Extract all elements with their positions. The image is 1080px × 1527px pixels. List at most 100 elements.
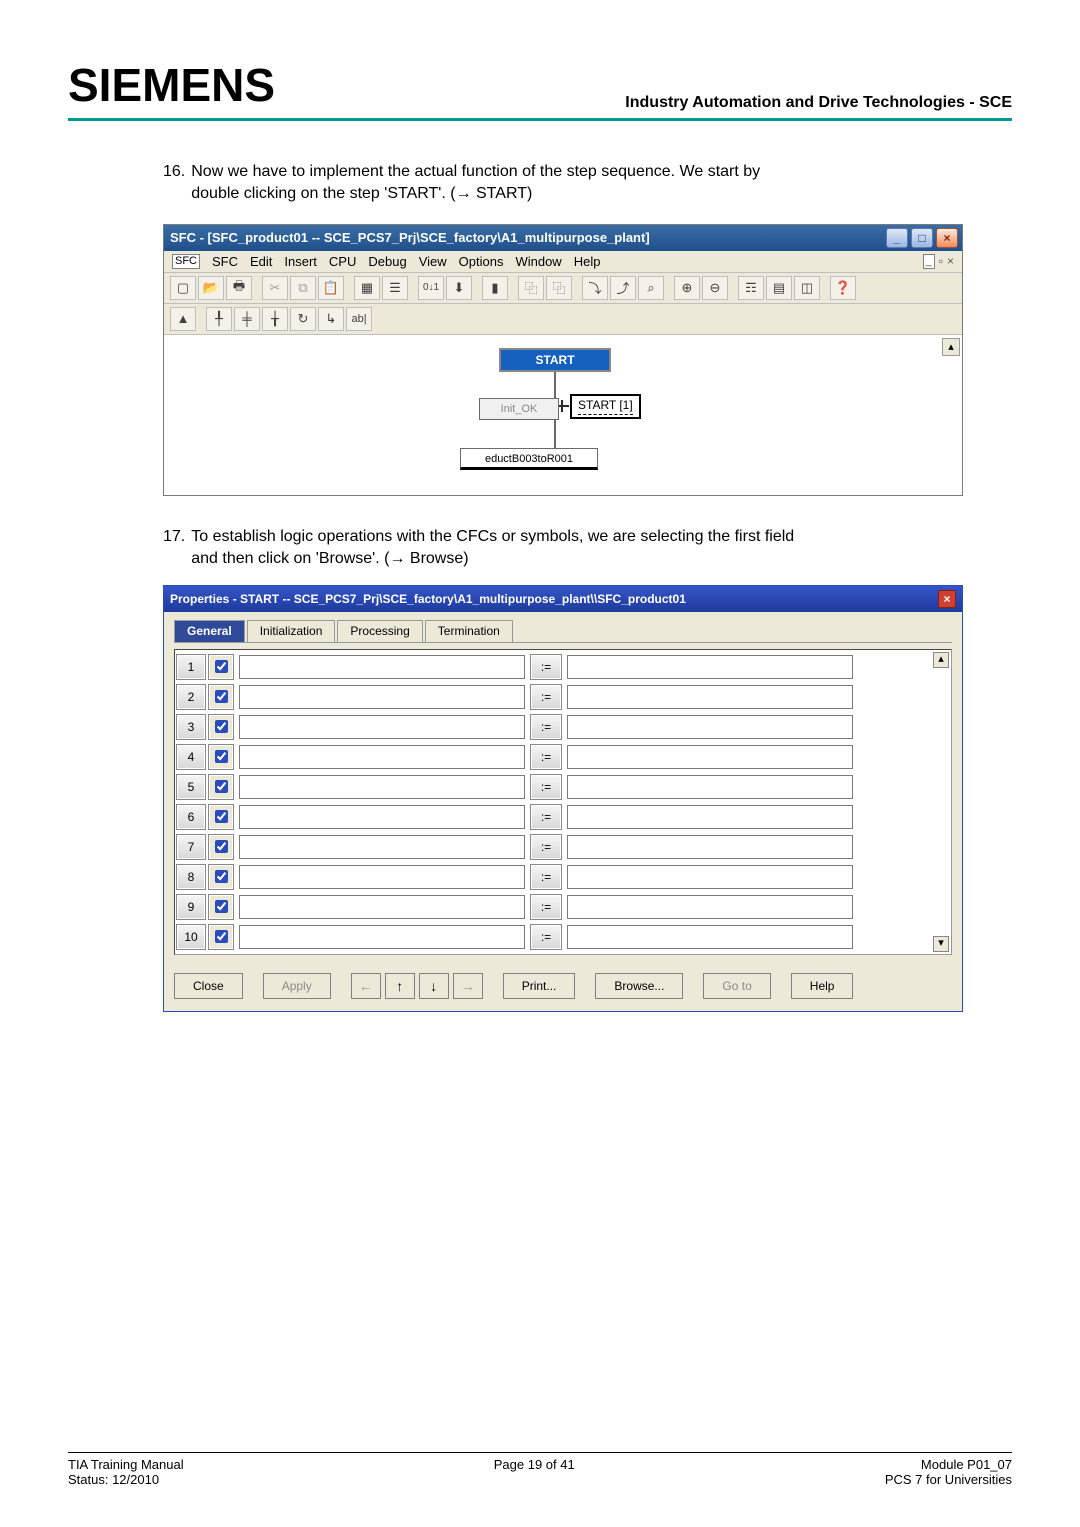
row-operand-field[interactable] [239, 655, 525, 679]
scroll-up-icon[interactable]: ▴ [942, 338, 960, 356]
tab-initialization[interactable]: Initialization [247, 620, 336, 642]
pointer-icon[interactable]: ▲ [170, 307, 196, 331]
row-enable-checkbox[interactable] [209, 715, 233, 739]
row-enable-checkbox[interactable] [209, 745, 233, 769]
list-icon[interactable]: ☰ [382, 276, 408, 300]
mdi-close-icon[interactable]: × [947, 254, 954, 269]
columns-icon[interactable]: ▤ [766, 276, 792, 300]
row-operand-field[interactable] [239, 805, 525, 829]
row-value-field[interactable] [567, 805, 853, 829]
step-start[interactable]: START [499, 348, 611, 372]
row-value-field[interactable] [567, 925, 853, 949]
compile-icon[interactable]: 0↓1 [418, 276, 444, 300]
maximize-button[interactable]: □ [911, 228, 933, 248]
menu-edit[interactable]: Edit [250, 254, 272, 269]
row-operand-field[interactable] [239, 925, 525, 949]
zoom-in-icon[interactable]: ⊕ [674, 276, 700, 300]
row-value-field[interactable] [567, 655, 853, 679]
row-number[interactable]: 4 [177, 745, 205, 769]
paste-icon[interactable]: 📋 [318, 276, 344, 300]
row-number[interactable]: 7 [177, 835, 205, 859]
find-icon[interactable]: ⌕ [638, 276, 664, 300]
minimize-button[interactable]: _ [886, 228, 908, 248]
menu-window[interactable]: Window [515, 254, 561, 269]
row-operand-field[interactable] [239, 745, 525, 769]
row-number[interactable]: 2 [177, 685, 205, 709]
step-educt[interactable]: eductB003toR001 [460, 448, 598, 470]
loop-icon[interactable]: ↻ [290, 307, 316, 331]
row-operand-field[interactable] [239, 775, 525, 799]
alt-branch-icon[interactable]: ╁ [262, 307, 288, 331]
catalog-icon[interactable]: ☶ [738, 276, 764, 300]
grid-scroll-up-icon[interactable]: ▴ [933, 652, 949, 668]
row-value-field[interactable] [567, 715, 853, 739]
row-number[interactable]: 9 [177, 895, 205, 919]
row-operand-field[interactable] [239, 835, 525, 859]
nav-right-icon[interactable]: → [453, 973, 483, 999]
menu-debug[interactable]: Debug [368, 254, 406, 269]
row-value-field[interactable] [567, 775, 853, 799]
tab-general[interactable]: General [174, 620, 245, 642]
assign-operator[interactable]: := [531, 745, 561, 769]
row-number[interactable]: 1 [177, 655, 205, 679]
tree1-icon[interactable]: ⿻ [518, 276, 544, 300]
row-enable-checkbox[interactable] [209, 895, 233, 919]
step-icon[interactable]: ╀ [206, 307, 232, 331]
row-number[interactable]: 5 [177, 775, 205, 799]
row-enable-checkbox[interactable] [209, 925, 233, 949]
row-number[interactable]: 6 [177, 805, 205, 829]
row-number[interactable]: 8 [177, 865, 205, 889]
mdi-restore-icon[interactable]: ▫ [939, 254, 943, 269]
row-number[interactable]: 10 [177, 925, 205, 949]
assign-operator[interactable]: := [531, 775, 561, 799]
row-operand-field[interactable] [239, 865, 525, 889]
menu-help[interactable]: Help [574, 254, 601, 269]
assign-operator[interactable]: := [531, 715, 561, 739]
nav-up-icon[interactable]: ↑ [385, 973, 415, 999]
flag-icon[interactable]: ▮ [482, 276, 508, 300]
nav-left-icon[interactable]: ← [351, 973, 381, 999]
tree2-icon[interactable]: ⿻ [546, 276, 572, 300]
apply-button[interactable]: Apply [263, 973, 331, 999]
row-enable-checkbox[interactable] [209, 865, 233, 889]
mdi-min-icon[interactable]: _ [923, 254, 935, 269]
menu-sfc[interactable]: SFC [212, 254, 238, 269]
find-down-icon[interactable]: ⤵ [582, 276, 608, 300]
tab-processing[interactable]: Processing [337, 620, 422, 642]
menu-cpu[interactable]: CPU [329, 254, 356, 269]
menu-insert[interactable]: Insert [284, 254, 317, 269]
nav-down-icon[interactable]: ↓ [419, 973, 449, 999]
row-number[interactable]: 3 [177, 715, 205, 739]
grid-scroll-down-icon[interactable]: ▾ [933, 936, 949, 952]
row-value-field[interactable] [567, 865, 853, 889]
help-button[interactable]: Help [791, 973, 854, 999]
goto-button[interactable]: Go to [703, 973, 770, 999]
cut-icon[interactable]: ✂ [262, 276, 288, 300]
close-button[interactable]: Close [174, 973, 243, 999]
row-enable-checkbox[interactable] [209, 775, 233, 799]
new-icon[interactable]: ▢ [170, 276, 196, 300]
print-icon[interactable]: 🖶 [226, 276, 252, 300]
row-enable-checkbox[interactable] [209, 655, 233, 679]
assign-operator[interactable]: := [531, 805, 561, 829]
dialog-close-button[interactable]: × [938, 590, 956, 608]
row-enable-checkbox[interactable] [209, 835, 233, 859]
assign-operator[interactable]: := [531, 895, 561, 919]
assign-operator[interactable]: := [531, 925, 561, 949]
open-icon[interactable]: 📂 [198, 276, 224, 300]
assign-operator[interactable]: := [531, 835, 561, 859]
assign-operator[interactable]: := [531, 685, 561, 709]
row-operand-field[interactable] [239, 685, 525, 709]
row-operand-field[interactable] [239, 895, 525, 919]
row-value-field[interactable] [567, 745, 853, 769]
assign-operator[interactable]: := [531, 865, 561, 889]
transition-init-ok[interactable]: Init_OK [479, 398, 559, 420]
download-icon[interactable]: ⬇ [446, 276, 472, 300]
chart-icon[interactable]: ▦ [354, 276, 380, 300]
zoom-out-icon[interactable]: ⊖ [702, 276, 728, 300]
copy-icon[interactable]: ⧉ [290, 276, 316, 300]
menu-options[interactable]: Options [459, 254, 504, 269]
whats-this-icon[interactable]: ❓ [830, 276, 856, 300]
text-label-icon[interactable]: ab| [346, 307, 372, 331]
row-value-field[interactable] [567, 685, 853, 709]
